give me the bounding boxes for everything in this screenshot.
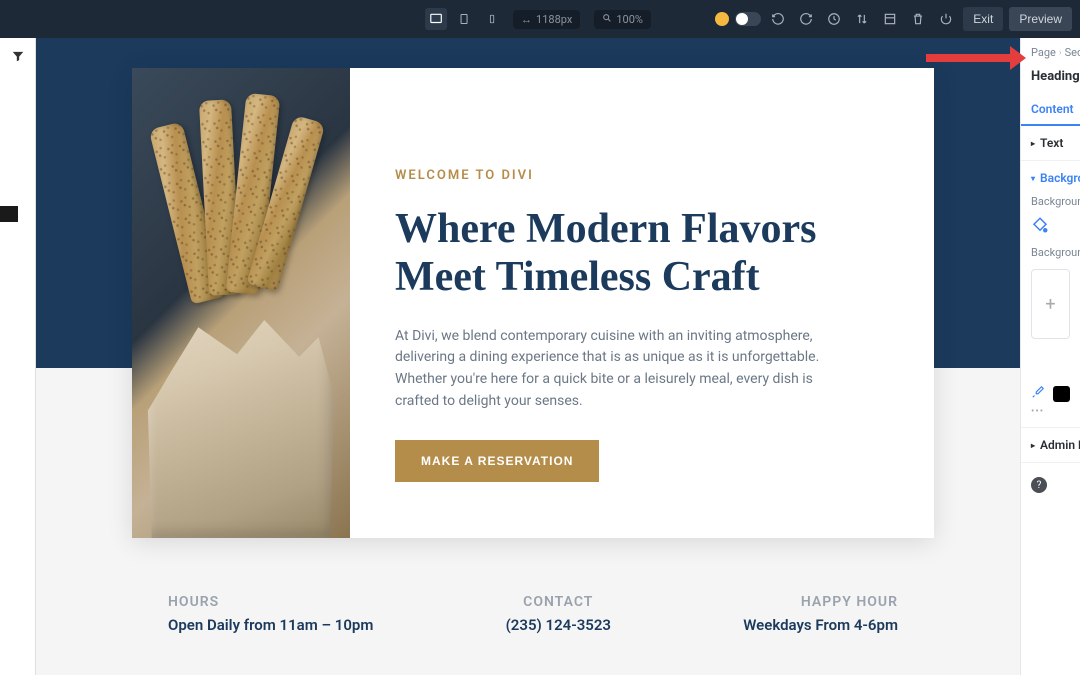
- panel-title: Heading: [1021, 63, 1080, 94]
- reservation-button[interactable]: MAKE A RESERVATION: [395, 440, 599, 482]
- hero-headline[interactable]: Where Modern Flavors Meet Timeless Craft: [395, 205, 884, 302]
- tablet-device-button[interactable]: [453, 8, 475, 30]
- plus-icon: +: [1045, 294, 1055, 315]
- width-icon: ↔: [521, 13, 532, 26]
- sort-button[interactable]: [851, 8, 873, 30]
- hero-eyebrow: WELCOME TO DIVI: [395, 168, 884, 183]
- help-icon[interactable]: ?: [1031, 477, 1047, 493]
- info-row: HOURS Open Daily from 11am – 10pm CONTAC…: [168, 594, 898, 634]
- section-admin-label: Admin Label: [1040, 438, 1080, 452]
- happy-hour-label: HAPPY HOUR: [743, 594, 898, 610]
- breadcrumb-page: Page: [1031, 46, 1056, 59]
- preview-button[interactable]: Preview: [1009, 7, 1072, 31]
- hero-body: At Divi, we blend contemporary cuisine w…: [395, 326, 855, 413]
- tab-content[interactable]: Content: [1021, 94, 1080, 126]
- eyedropper-icon[interactable]: [1031, 385, 1045, 402]
- breadcrumb[interactable]: Page › Sec: [1021, 38, 1080, 63]
- width-indicator[interactable]: ↔ 1188px: [513, 10, 580, 29]
- history-button[interactable]: [823, 8, 845, 30]
- left-toolstrip: [0, 38, 36, 675]
- chevron-right-icon: ›: [1059, 48, 1062, 58]
- color-swatch-black[interactable]: [1053, 386, 1070, 402]
- hours-block: HOURS Open Daily from 11am – 10pm: [168, 594, 373, 634]
- section-background-label: Background: [1040, 171, 1080, 185]
- section-admin[interactable]: ▸ Admin Label: [1021, 428, 1080, 463]
- contact-value: (235) 124-3523: [506, 616, 611, 634]
- canvas-area: WELCOME TO DIVI Where Modern Flavors Mee…: [36, 38, 1020, 675]
- sun-icon: [715, 12, 729, 26]
- background-type-label: Background: [1031, 195, 1070, 208]
- hours-label: HOURS: [168, 594, 373, 610]
- trash-button[interactable]: [907, 8, 929, 30]
- code-button[interactable]: [879, 8, 901, 30]
- settings-panel: Page › Sec Heading Content ▸Text ▾Backgr…: [1020, 38, 1080, 675]
- caret-down-icon: ▾: [1031, 174, 1035, 183]
- zoom-value: 100%: [616, 13, 643, 26]
- search-icon: [602, 13, 612, 26]
- breadcrumb-section: Sec: [1065, 46, 1080, 59]
- section-background-header[interactable]: ▾Background: [1031, 171, 1070, 185]
- zoom-indicator[interactable]: 100%: [594, 10, 651, 29]
- background-color-label: Background: [1031, 246, 1070, 259]
- power-button[interactable]: [935, 8, 957, 30]
- exit-button[interactable]: Exit: [963, 7, 1003, 31]
- section-text[interactable]: ▸ Text: [1021, 126, 1080, 161]
- contact-label: CONTACT: [506, 594, 611, 610]
- background-preview[interactable]: +: [1031, 269, 1070, 339]
- top-toolbar: ↔ 1188px 100% Exit Preview: [0, 0, 1080, 38]
- left-drag-handle[interactable]: [0, 206, 18, 222]
- filter-icon[interactable]: [8, 46, 28, 66]
- color-picker-row: [1031, 385, 1070, 402]
- background-type-row: [1031, 216, 1070, 236]
- toolbar-center: ↔ 1188px 100%: [425, 8, 655, 30]
- hero-content: WELCOME TO DIVI Where Modern Flavors Mee…: [350, 68, 934, 538]
- section-text-label: Text: [1040, 136, 1063, 150]
- hero-card: WELCOME TO DIVI Where Modern Flavors Mee…: [132, 68, 934, 538]
- more-dots-icon[interactable]: •••: [1031, 406, 1070, 417]
- hours-value: Open Daily from 11am – 10pm: [168, 616, 373, 634]
- undo-button[interactable]: [767, 8, 789, 30]
- happy-hour-value: Weekdays From 4-6pm: [743, 616, 898, 634]
- paint-bucket-icon[interactable]: [1031, 216, 1051, 236]
- caret-right-icon: ▸: [1031, 139, 1035, 148]
- toolbar-right: Exit Preview: [715, 7, 1072, 31]
- happy-hour-block: HAPPY HOUR Weekdays From 4-6pm: [743, 594, 898, 634]
- width-value: 1188px: [536, 13, 572, 26]
- section-background: ▾Background Background Background + •••: [1021, 161, 1080, 428]
- desktop-device-button[interactable]: [425, 8, 447, 30]
- contact-block: CONTACT (235) 124-3523: [506, 594, 611, 634]
- theme-toggle[interactable]: [735, 12, 761, 26]
- redo-button[interactable]: [795, 8, 817, 30]
- mobile-device-button[interactable]: [481, 8, 503, 30]
- hero-image: [132, 68, 350, 538]
- caret-right-icon: ▸: [1031, 441, 1035, 450]
